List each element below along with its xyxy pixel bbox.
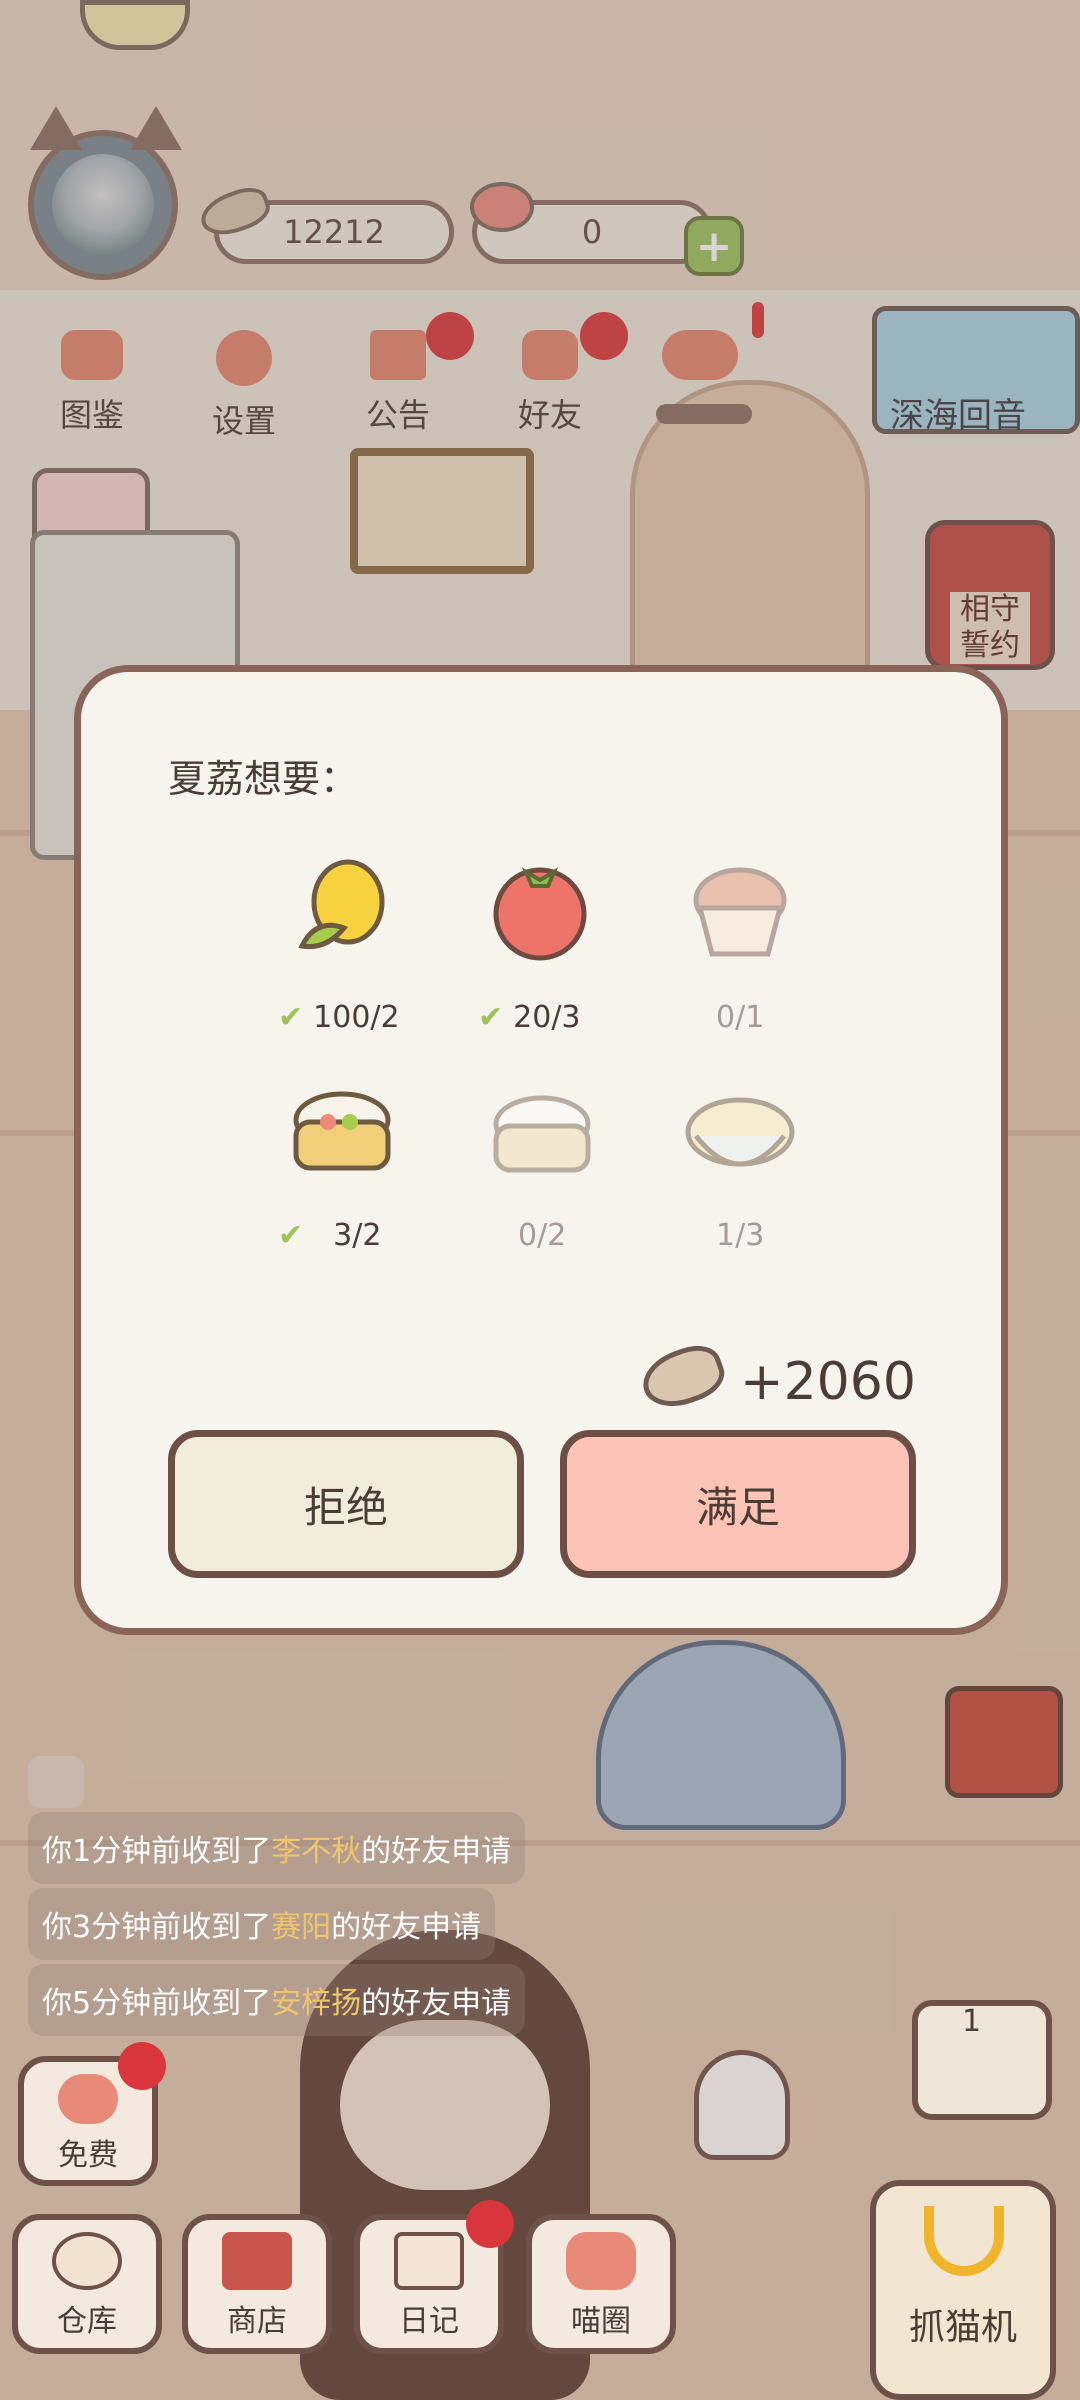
steamed-bun-icon xyxy=(484,1088,600,1188)
check-icon: ✔ xyxy=(278,1000,304,1035)
item-count-dim-sum: ✔ 3/2 xyxy=(278,1218,382,1253)
free-badge xyxy=(118,2042,166,2090)
item-count-tomato: ✔ 20/3 xyxy=(478,1000,581,1035)
reward-amount: +2060 xyxy=(740,1352,916,1412)
noodles-icon xyxy=(682,1092,798,1192)
shop-stall-icon xyxy=(222,2232,292,2290)
notification-item: 你1分钟前收到了 李不秋 的好友申请 xyxy=(28,1812,526,1884)
reject-button[interactable]: 拒绝 xyxy=(168,1430,524,1578)
claw-machine-button[interactable] xyxy=(870,2180,1056,2400)
notification-item: 你3分钟前收到了 赛阳 的好友申请 xyxy=(28,1888,496,1960)
diary-badge xyxy=(466,2200,514,2248)
dim-sum-icon xyxy=(284,1082,400,1182)
notification-item: 你5分钟前收到了 安梓扬 的好友申请 xyxy=(28,1964,526,2036)
item-count-bun: 0/2 xyxy=(518,1218,567,1253)
accept-button[interactable]: 满足 xyxy=(560,1430,916,1578)
check-icon: ✔ xyxy=(478,1000,504,1035)
heart-gift-icon xyxy=(58,2074,118,2124)
diary-book-icon xyxy=(394,2232,464,2290)
check-icon: ✔ xyxy=(278,1218,304,1253)
slot-machine-button[interactable] xyxy=(912,2000,1052,2120)
cat-circle-button[interactable]: 喵圈 xyxy=(526,2214,676,2354)
planet-cat-icon xyxy=(566,2232,636,2290)
muffin-icon xyxy=(682,862,798,962)
claw-machine-label: 抓猫机 xyxy=(908,2307,1017,2348)
tomato-icon xyxy=(482,858,598,961)
slot-count: 1 xyxy=(962,2004,982,2039)
warehouse-button[interactable]: 仓库 xyxy=(12,2214,162,2354)
shop-button[interactable]: 商店 xyxy=(182,2214,332,2354)
storage-jar-icon xyxy=(52,2232,122,2290)
item-count-corn: ✔ 100/2 xyxy=(278,1000,400,1035)
dialog-title: 夏荔想要： xyxy=(168,757,359,801)
item-count-muffin: 0/1 xyxy=(716,1000,765,1035)
claw-icon xyxy=(924,2206,1004,2276)
notification-toggle[interactable] xyxy=(28,1756,84,1808)
corn-icon xyxy=(286,858,402,958)
item-count-noodles: 1/3 xyxy=(716,1218,765,1253)
